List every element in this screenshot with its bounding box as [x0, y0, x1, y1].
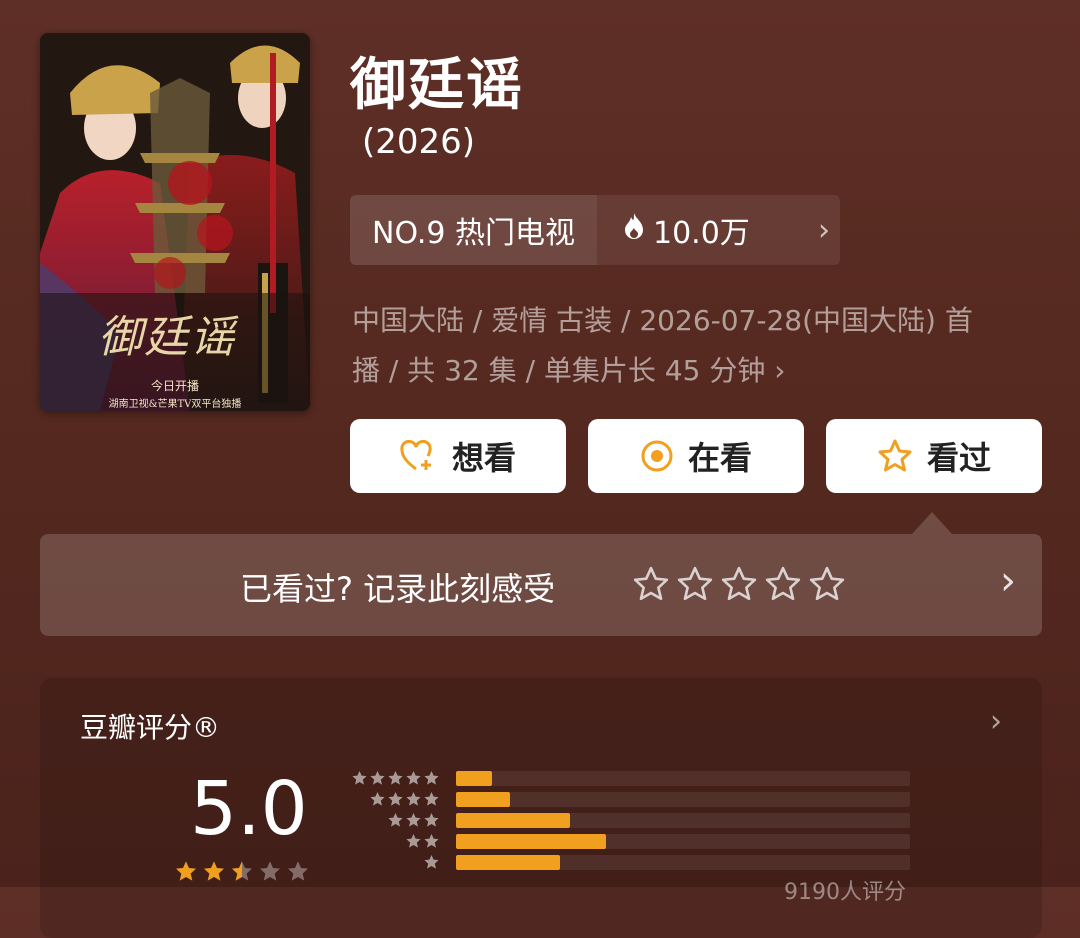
- meta-line: 播 / 共 32 集 / 单集片长 45 分钟 ›: [352, 354, 786, 387]
- record-prompt: 已看过? 记录此刻感受: [240, 570, 556, 608]
- rate-stars[interactable]: [632, 566, 846, 602]
- heat-value: 10.0万: [653, 216, 750, 251]
- rating-card[interactable]: 豆瓣评分® › 5.0 9190人评分: [40, 678, 1042, 938]
- small-star-icon: [406, 813, 421, 828]
- bar-star-label: [340, 833, 440, 849]
- want-label: 想看: [451, 439, 516, 477]
- small-star-icon: [406, 792, 421, 807]
- chevron-right-icon: ›: [774, 354, 786, 387]
- bar-star-label: [340, 770, 440, 786]
- half-star-icon: [232, 861, 252, 881]
- small-star-icon: [424, 792, 439, 807]
- rating-bar-row: [340, 810, 910, 831]
- want-to-watch-button[interactable]: 想看: [350, 419, 566, 493]
- fire-icon: [623, 212, 645, 248]
- page-title: 御廷谣: [350, 53, 524, 118]
- bar-track: [456, 792, 910, 807]
- rating-bar-row: [340, 852, 910, 873]
- watched-label: 看过: [926, 439, 991, 477]
- bar-track: [456, 813, 910, 828]
- small-star-icon: [424, 813, 439, 828]
- small-star-icon: [424, 855, 439, 870]
- empty-star-icon[interactable]: [764, 566, 802, 602]
- star-icon: [877, 439, 913, 473]
- bar-star-label: [340, 854, 440, 870]
- empty-star-icon: [288, 861, 308, 881]
- small-star-icon: [424, 834, 439, 849]
- watched-button[interactable]: 看过: [826, 419, 1042, 493]
- filled-star-icon: [204, 861, 224, 881]
- small-star-icon: [370, 771, 385, 786]
- release-year: (2026): [362, 122, 476, 162]
- rating-bar-row: [340, 768, 910, 789]
- small-star-icon: [388, 771, 403, 786]
- poster-image[interactable]: 御廷谣 今日开播 湖南卫视&芒果TV双平台独播: [40, 33, 310, 411]
- rating-label: 豆瓣评分®: [80, 711, 221, 744]
- poster-platform-text: 湖南卫视&芒果TV双平台独播: [108, 399, 242, 410]
- record-feeling-panel[interactable]: 已看过? 记录此刻感受 ›: [40, 534, 1042, 636]
- small-star-icon: [388, 813, 403, 828]
- empty-star-icon[interactable]: [632, 566, 670, 602]
- empty-star-icon[interactable]: [808, 566, 846, 602]
- chevron-right-icon: ›: [818, 212, 830, 248]
- filled-star-icon: [176, 861, 196, 881]
- watching-label: 在看: [687, 439, 752, 477]
- small-star-icon: [406, 834, 421, 849]
- bar-fill: [456, 771, 493, 786]
- bar-track: [456, 771, 910, 786]
- rating-score: 5.0: [190, 766, 308, 852]
- watching-button[interactable]: 在看: [588, 419, 804, 493]
- bar-star-label: [340, 812, 440, 828]
- rank-label: NO.9 热门电视: [350, 195, 597, 265]
- chevron-right-icon[interactable]: ›: [990, 704, 1002, 739]
- heart-plus-icon: [400, 439, 438, 473]
- meta-line: 中国大陆 / 爱情 古装 / 2026-07-28(中国大陆) 首: [352, 304, 973, 337]
- bar-fill: [456, 834, 606, 849]
- rank-badge[interactable]: NO.9 热门电视 10.0万 ›: [350, 195, 840, 265]
- rating-count: 9190人评分: [784, 880, 906, 905]
- small-star-icon: [370, 792, 385, 807]
- bar-fill: [456, 813, 570, 828]
- heat-section[interactable]: 10.0万 ›: [597, 195, 840, 265]
- empty-star-icon[interactable]: [720, 566, 758, 602]
- rating-bar-row: [340, 831, 910, 852]
- small-star-icon: [406, 771, 421, 786]
- small-star-icon: [388, 792, 403, 807]
- bar-star-label: [340, 791, 440, 807]
- info-meta[interactable]: 中国大陆 / 爱情 古装 / 2026-07-28(中国大陆) 首 播 / 共 …: [352, 296, 1032, 396]
- watching-icon: [640, 439, 674, 473]
- small-star-icon: [424, 771, 439, 786]
- chevron-right-icon[interactable]: ›: [1000, 558, 1016, 604]
- bar-track: [456, 855, 910, 870]
- empty-star-icon[interactable]: [676, 566, 714, 602]
- panel-pointer: [912, 512, 952, 534]
- poster-title-art: 御廷谣: [98, 312, 236, 363]
- small-star-icon: [352, 771, 367, 786]
- rating-bar-row: [340, 789, 910, 810]
- bar-fill: [456, 855, 561, 870]
- rating-distribution: [340, 768, 910, 873]
- poster-premiere-text: 今日开播: [150, 379, 199, 393]
- rating-stars: [174, 860, 310, 883]
- empty-star-icon: [260, 861, 280, 881]
- bar-fill: [456, 792, 511, 807]
- bar-track: [456, 834, 910, 849]
